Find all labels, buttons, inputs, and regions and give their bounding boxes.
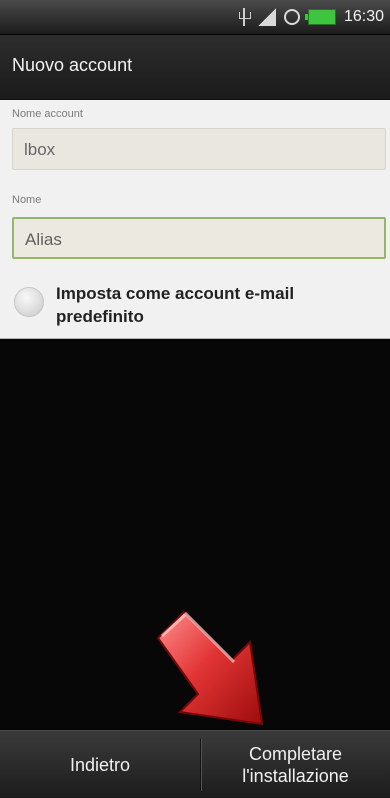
account-name-label: Nome account <box>12 108 83 120</box>
alarm-icon <box>283 9 300 25</box>
status-bar: 16:30 <box>0 0 390 35</box>
red-diagonal-arrow-icon <box>150 600 270 730</box>
bottom-action-bar: Indietro Completare l'installazione <box>0 730 390 798</box>
new-account-form: Nome account lbox Nome Alias Imposta com… <box>0 100 390 339</box>
name-label: Nome <box>12 194 42 206</box>
title-bar: Nuovo account <box>0 35 390 100</box>
screen: 16:30 Nuovo account Nome account lbox No… <box>0 0 390 798</box>
battery-icon <box>304 9 336 25</box>
status-icons: 16:30 <box>238 6 384 28</box>
default-account-checkbox[interactable] <box>14 287 44 317</box>
page-title: Nuovo account <box>12 55 133 75</box>
complete-setup-button[interactable]: Completare l'installazione <box>201 731 390 798</box>
usb-icon <box>238 8 251 26</box>
name-field[interactable]: Alias <box>12 217 386 259</box>
default-account-option[interactable]: Imposta come account e-mail predefinito <box>0 271 390 337</box>
signal-icon <box>257 8 276 26</box>
status-time: 16:30 <box>343 8 384 25</box>
back-button[interactable]: Indietro <box>0 731 200 798</box>
account-name-field[interactable]: lbox <box>12 128 386 170</box>
default-account-label: Imposta come account e-mail predefinito <box>56 284 295 326</box>
